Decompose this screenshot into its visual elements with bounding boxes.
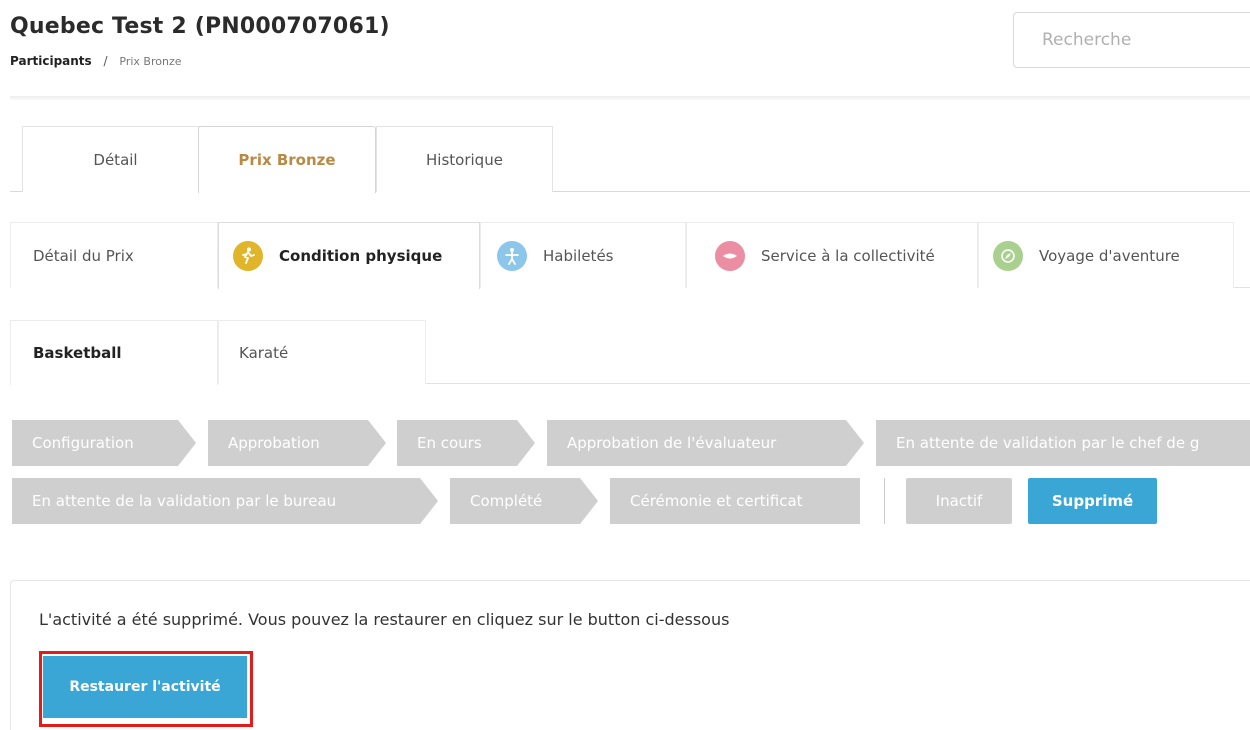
- activity-tab-karate[interactable]: Karaté: [218, 320, 426, 384]
- restore-activity-button[interactable]: Restaurer l'activité: [43, 656, 247, 718]
- status-step-approbation-evaluateur[interactable]: Approbation de l'évaluateur: [547, 420, 864, 466]
- breadcrumb: Participants / Prix Bronze: [10, 54, 182, 68]
- section-tabs: Détail du Prix Condition physique Habile…: [10, 222, 1250, 289]
- deleted-message: L'activité a été supprimé. Vous pouvez l…: [39, 610, 730, 629]
- section-tab-habiletes[interactable]: Habiletés: [480, 222, 686, 288]
- section-tab-detail-du-prix[interactable]: Détail du Prix: [10, 222, 218, 288]
- status-step-configuration[interactable]: Configuration: [12, 420, 196, 466]
- breadcrumb-separator: /: [103, 54, 108, 68]
- tab-historique[interactable]: Historique: [376, 126, 553, 192]
- status-step-ceremonie[interactable]: Cérémonie et certificat: [610, 478, 860, 524]
- status-step-en-cours[interactable]: En cours: [397, 420, 535, 466]
- section-tab-label: Habiletés: [543, 246, 614, 265]
- breadcrumb-participants-link[interactable]: Participants: [10, 54, 92, 68]
- main-tabs: Détail Prix Bronze Historique: [10, 126, 1250, 193]
- tab-detail[interactable]: Détail: [22, 126, 209, 192]
- running-person-icon: [233, 241, 263, 271]
- status-step-attente-bureau[interactable]: En attente de la validation par le burea…: [12, 478, 438, 524]
- activity-tabs: Basketball Karaté: [10, 320, 1250, 385]
- page-title: Quebec Test 2 (PN000707061): [10, 14, 390, 39]
- section-tab-label: Service à la collectivité: [761, 246, 935, 265]
- section-tab-label: Détail du Prix: [33, 246, 134, 265]
- handshake-icon: [715, 240, 745, 271]
- tab-prix-bronze[interactable]: Prix Bronze: [198, 126, 376, 193]
- section-tab-label: Voyage d'aventure: [1039, 246, 1180, 265]
- search-input[interactable]: [1013, 12, 1250, 68]
- header-divider: [10, 96, 1250, 100]
- section-tab-label: Condition physique: [279, 247, 443, 265]
- compass-icon: [993, 240, 1023, 271]
- breadcrumb-current: Prix Bronze: [119, 55, 182, 68]
- activity-tab-basketball[interactable]: Basketball: [10, 320, 218, 385]
- section-tab-condition-physique[interactable]: Condition physique: [218, 222, 480, 289]
- status-step-complete[interactable]: Complété: [450, 478, 598, 524]
- status-step-attente-chef[interactable]: En attente de validation par le chef de …: [876, 420, 1250, 466]
- deleted-activity-panel: L'activité a été supprimé. Vous pouvez l…: [10, 580, 1250, 730]
- status-supprime-button[interactable]: Supprimé: [1028, 478, 1157, 524]
- status-steps-divider: [884, 478, 885, 524]
- status-step-approbation[interactable]: Approbation: [208, 420, 386, 466]
- status-inactif-button[interactable]: Inactif: [906, 478, 1012, 524]
- section-tab-voyage-aventure[interactable]: Voyage d'aventure: [978, 222, 1234, 288]
- person-skills-icon: [497, 240, 527, 271]
- section-tab-service-collectivite[interactable]: Service à la collectivité: [686, 222, 978, 288]
